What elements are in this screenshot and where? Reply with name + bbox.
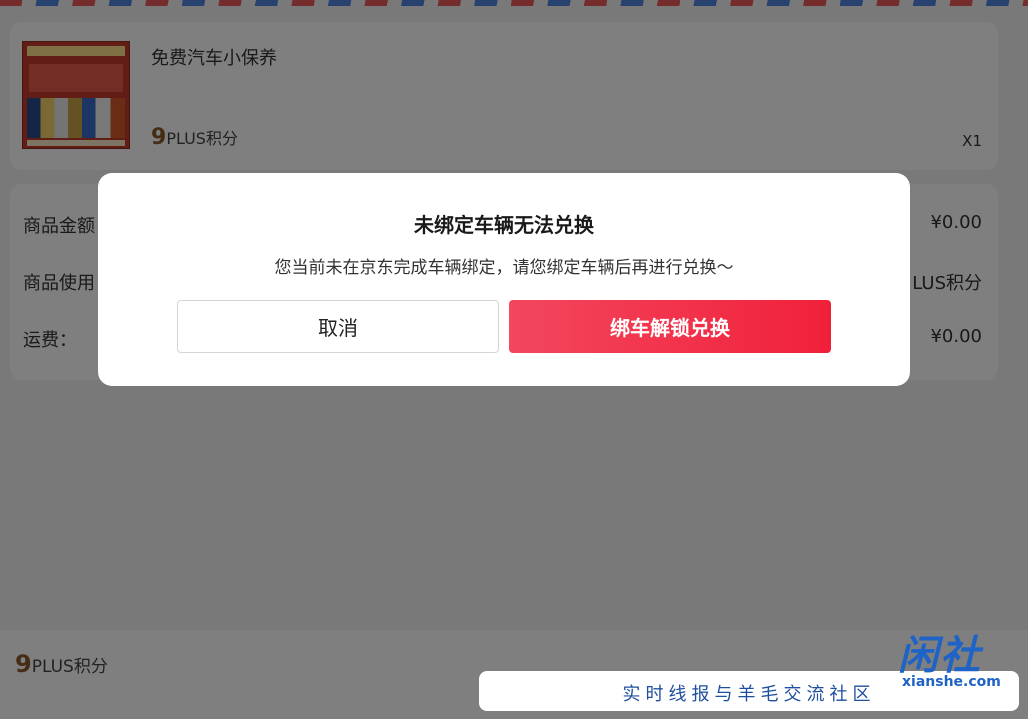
cancel-button[interactable]: 取消	[177, 300, 499, 353]
watermark-logo: 闲社	[898, 633, 982, 679]
bind-vehicle-button[interactable]: 绑车解锁兑换	[509, 300, 831, 353]
dialog-title: 未绑定车辆无法兑换	[414, 213, 594, 237]
bind-vehicle-dialog: 未绑定车辆无法兑换 您当前未在京东完成车辆绑定，请您绑定车辆后再进行兑换～ 取消…	[98, 173, 910, 386]
watermark-url: xianshe.com	[902, 674, 1001, 690]
dialog-message: 您当前未在京东完成车辆绑定，请您绑定车辆后再进行兑换～	[274, 258, 734, 278]
